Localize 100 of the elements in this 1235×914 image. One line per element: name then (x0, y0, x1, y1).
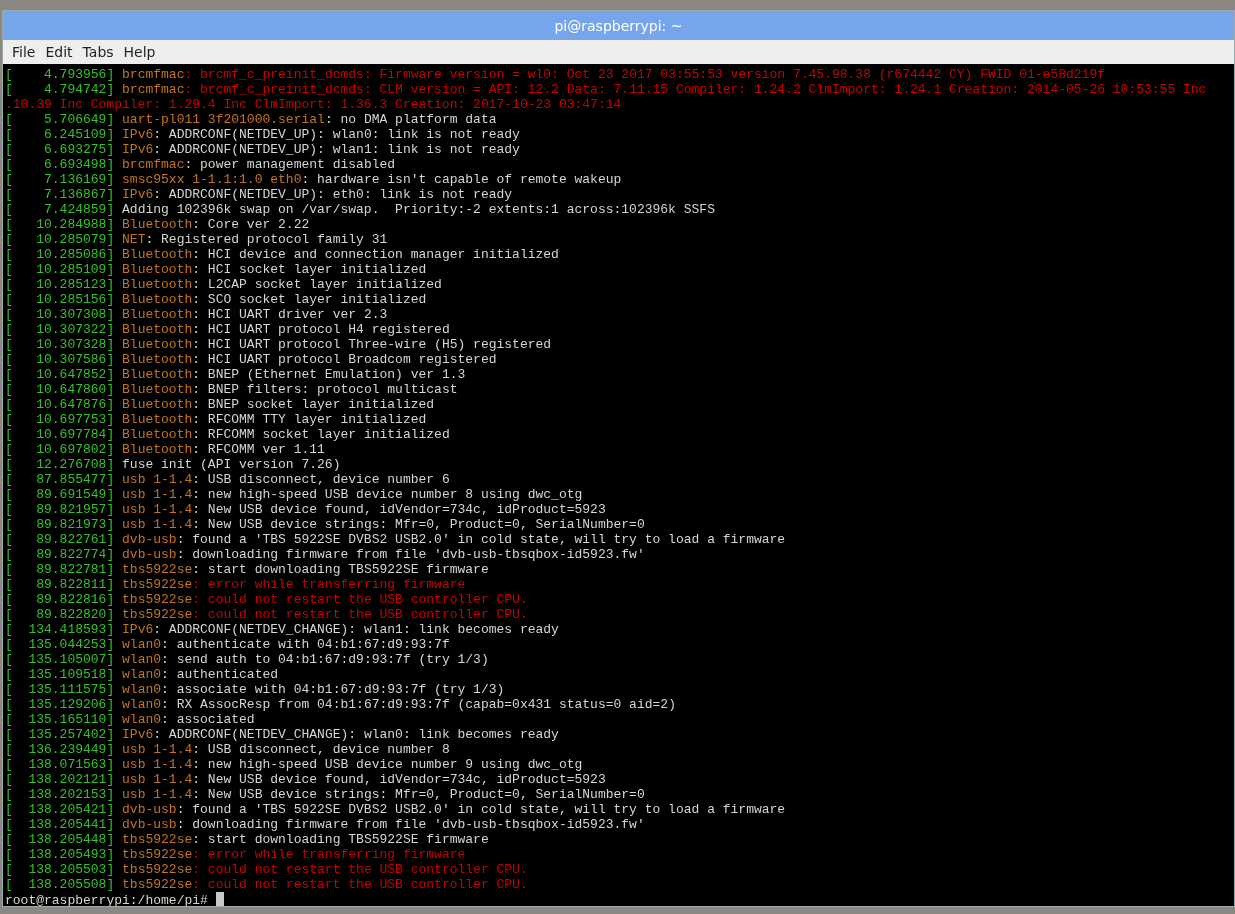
timestamp: [ 10.647852] (5, 367, 115, 382)
log-source: usb 1-1.4 (122, 772, 193, 787)
log-source: brcmfmac (122, 82, 185, 97)
timestamp: [ 7.136867] (5, 187, 115, 202)
log-message: : found a 'TBS 5922SE DVBS2 USB2.0' in cold state, will try to load a firmware (176, 802, 786, 817)
timestamp: [ 135.105007] (5, 652, 115, 667)
timestamp: [ 138.205503] (5, 862, 115, 877)
log-source: IPv6 (122, 142, 154, 157)
log-source: brcmfmac (122, 157, 185, 172)
menu-item[interactable]: File (7, 42, 41, 62)
error-message: : brcmf_c_preinit_dcmds: Firmware version = wl0: Oct 23 2017 03:55:53 version 7.45.98.38 (r674442 CY) FWID 01-e58d219f (184, 67, 1105, 82)
timestamp: [ 89.822761] (5, 532, 115, 547)
log-message: : SCO socket layer initialized (192, 292, 427, 307)
log-message: : downloading firmware from file 'dvb-usb-tbsqbox-id5923.fw' (176, 817, 645, 832)
log-message: : send auth to 04:b1:67:d9:93:7f (try 1/3) (161, 652, 489, 667)
log-source: usb 1-1.4 (122, 502, 193, 517)
log-source: Bluetooth (122, 247, 193, 262)
log-message: : USB disconnect, device number 8 (192, 742, 450, 757)
window-title: pi@raspberrypi: ~ (554, 17, 683, 34)
menu-item[interactable]: Tabs (77, 42, 119, 62)
log-message: : New USB device found, idVendor=734c, idProduct=5923 (192, 772, 606, 787)
log-message: : associated (161, 712, 255, 727)
timestamp: [ 7.136169] (5, 172, 115, 187)
timestamp: [ 135.111575] (5, 682, 115, 697)
log-source: tbs5922se (122, 847, 193, 862)
log-source: tbs5922se (122, 562, 193, 577)
timestamp: [ 12.276708] (5, 457, 115, 472)
timestamp: [ 138.205441] (5, 817, 115, 832)
log-source: tbs5922se (122, 862, 193, 877)
timestamp: [ 7.424859] (5, 202, 115, 217)
log-message: : HCI UART driver ver 2.3 (192, 307, 388, 322)
log-source: usb 1-1.4 (122, 517, 193, 532)
timestamp: [ 4.794742] (5, 82, 115, 97)
menu-item[interactable]: Edit (40, 42, 78, 62)
log-message: : authenticate with 04:b1:67:d9:93:7f (161, 637, 450, 652)
log-source: Bluetooth (122, 277, 193, 292)
timestamp: [ 10.697802] (5, 442, 115, 457)
log-source: wlan0 (122, 697, 162, 712)
timestamp: [ 89.822816] (5, 592, 115, 607)
error-message: : could not restart the USB controller CPU. (192, 607, 528, 622)
timestamp: [ 134.418593] (5, 622, 115, 637)
timestamp: [ 10.647860] (5, 382, 115, 397)
log-source: IPv6 (122, 187, 154, 202)
log-source: Bluetooth (122, 397, 193, 412)
log-source: dvb-usb (122, 817, 177, 832)
error-message: : could not restart the USB controller CPU. (192, 862, 528, 877)
timestamp: [ 6.693498] (5, 157, 115, 172)
log-source: Bluetooth (122, 352, 193, 367)
log-message: : ADDRCONF(NETDEV_UP): wlan0: link is not ready (153, 127, 520, 142)
log-source: uart-pl011 3f201000.serial (122, 112, 325, 127)
log-source: wlan0 (122, 637, 162, 652)
log-message: : New USB device strings: Mfr=0, Product=0, SerialNumber=0 (192, 787, 645, 802)
log-source: wlan0 (122, 652, 162, 667)
log-source: IPv6 (122, 727, 154, 742)
log-message: : authenticated (161, 667, 279, 682)
timestamp: [ 138.205421] (5, 802, 115, 817)
timestamp: [ 6.693275] (5, 142, 115, 157)
timestamp: [ 135.257402] (5, 727, 115, 742)
timestamp: [ 89.822820] (5, 607, 115, 622)
timestamp: [ 138.202121] (5, 772, 115, 787)
log-source: brcmfmac (122, 67, 185, 82)
timestamp: [ 89.822781] (5, 562, 115, 577)
log-source: dvb-usb (122, 532, 177, 547)
log-message: : RFCOMM ver 1.11 (192, 442, 325, 457)
log-source: dvb-usb (122, 802, 177, 817)
log-source: usb 1-1.4 (122, 472, 193, 487)
log-source: Bluetooth (122, 382, 193, 397)
timestamp: [ 138.205508] (5, 877, 115, 892)
log-source: Bluetooth (122, 427, 193, 442)
log-message: : New USB device strings: Mfr=0, Product=0, SerialNumber=0 (192, 517, 645, 532)
timestamp: [ 10.697753] (5, 412, 115, 427)
log-message: : USB disconnect, device number 6 (192, 472, 450, 487)
log-source: Bluetooth (122, 262, 193, 277)
log-message: : ADDRCONF(NETDEV_CHANGE): wlan0: link becomes ready (153, 727, 559, 742)
timestamp: [ 6.245109] (5, 127, 115, 142)
log-message: : associate with 04:b1:67:d9:93:7f (try 1/3) (161, 682, 505, 697)
timestamp: [ 10.697784] (5, 427, 115, 442)
log-source: tbs5922se (122, 877, 193, 892)
timestamp: [ 135.165110] (5, 712, 115, 727)
log-source: Bluetooth (122, 217, 193, 232)
log-source: smsc95xx 1-1.1:1.0 eth0 (122, 172, 302, 187)
timestamp: [ 10.307322] (5, 322, 115, 337)
timestamp: [ 135.129206] (5, 697, 115, 712)
timestamp: [ 87.855477] (5, 472, 115, 487)
log-source: tbs5922se (122, 577, 193, 592)
log-source: wlan0 (122, 667, 162, 682)
log-source: tbs5922se (122, 592, 193, 607)
timestamp: [ 89.691549] (5, 487, 115, 502)
timestamp: [ 10.647876] (5, 397, 115, 412)
log-source: dvb-usb (122, 547, 177, 562)
log-source: usb 1-1.4 (122, 787, 193, 802)
log-source: Bluetooth (122, 412, 193, 427)
menu-item[interactable]: Help (118, 42, 161, 62)
timestamp: [ 138.205448] (5, 832, 115, 847)
log-message: : L2CAP socket layer initialized (192, 277, 442, 292)
log-message: : start downloading TBS5922SE firmware (192, 832, 489, 847)
timestamp: [ 10.307328] (5, 337, 115, 352)
timestamp: [ 10.285086] (5, 247, 115, 262)
log-message: : RFCOMM socket layer initialized (192, 427, 450, 442)
log-message: : ADDRCONF(NETDEV_CHANGE): wlan1: link becomes ready (153, 622, 559, 637)
